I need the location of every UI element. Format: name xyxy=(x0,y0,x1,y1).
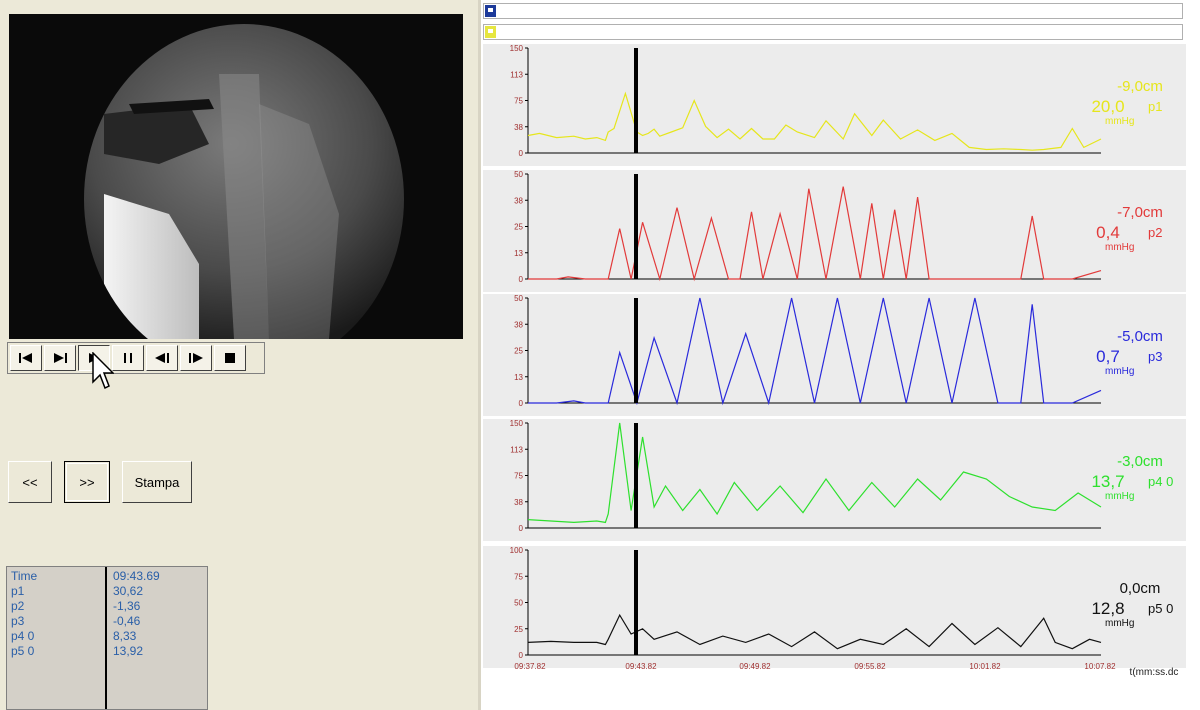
channel-depth-label: -5,0cm xyxy=(1117,328,1163,345)
channel-unit-label: mmHg xyxy=(1105,116,1134,127)
y-tick-label: 38 xyxy=(514,320,523,329)
channel-name-label: p3 xyxy=(1148,349,1162,364)
series-line-p4-0 xyxy=(527,422,1102,524)
y-tick-label: 113 xyxy=(510,445,523,454)
y-tick-label: 150 xyxy=(510,419,524,428)
y-tick-label: 38 xyxy=(514,196,523,205)
x-tick-label: 09:37.82 xyxy=(514,662,546,671)
y-tick-label: 113 xyxy=(510,70,523,79)
channel-depth-label: -3,0cm xyxy=(1117,453,1163,470)
y-tick-label: 0 xyxy=(519,651,524,660)
y-tick-label: 0 xyxy=(519,399,524,408)
x-axis-unit-label: t(mm:ss.dc xyxy=(1130,667,1179,678)
y-tick-label: 150 xyxy=(510,44,524,53)
channel-unit-label: mmHg xyxy=(1105,242,1134,253)
time-cursor xyxy=(634,174,638,279)
channel-name-label: p1 xyxy=(1148,99,1162,114)
channel-name-label: p4 0 xyxy=(1148,474,1173,489)
channel-value-label: 13,7 xyxy=(1091,472,1124,491)
y-tick-label: 50 xyxy=(514,294,523,303)
channel-value-label: 12,8 xyxy=(1091,599,1124,618)
y-tick-label: 50 xyxy=(514,599,523,608)
y-tick-label: 13 xyxy=(514,373,523,382)
channel-unit-label: mmHg xyxy=(1105,366,1134,377)
y-tick-label: 75 xyxy=(514,97,523,106)
series-line-p3 xyxy=(528,297,1102,406)
y-tick-label: 75 xyxy=(514,572,523,581)
channel-unit-label: mmHg xyxy=(1105,491,1134,502)
x-tick-label: 09:49.82 xyxy=(739,662,771,671)
channel-depth-label: -7,0cm xyxy=(1117,204,1163,221)
channel-depth-label: 0,0cm xyxy=(1120,580,1161,597)
series-line-p5-0 xyxy=(527,613,1102,650)
y-tick-label: 38 xyxy=(514,498,523,507)
x-tick-label: 10:07.82 xyxy=(1084,662,1116,671)
time-cursor xyxy=(634,48,638,153)
y-tick-label: 25 xyxy=(514,223,523,232)
y-tick-label: 25 xyxy=(514,347,523,356)
series-line-p1 xyxy=(527,91,1102,151)
y-tick-label: 0 xyxy=(519,524,524,533)
y-tick-label: 75 xyxy=(514,472,523,481)
channel-value-label: 0,4 xyxy=(1096,223,1120,242)
channel-name-label: p2 xyxy=(1148,225,1162,240)
channel-value-label: 20,0 xyxy=(1091,97,1124,116)
channel-unit-label: mmHg xyxy=(1105,618,1134,629)
time-cursor xyxy=(634,298,638,403)
channel-name-label: p5 0 xyxy=(1148,601,1173,616)
x-tick-label: 10:01.82 xyxy=(969,662,1001,671)
y-tick-label: 38 xyxy=(514,123,523,132)
y-tick-label: 0 xyxy=(519,149,524,158)
channel-depth-label: -9,0cm xyxy=(1117,78,1163,95)
x-tick-label: 09:43.82 xyxy=(625,662,657,671)
y-tick-label: 25 xyxy=(514,625,523,634)
series-line-p2 xyxy=(528,186,1102,282)
y-tick-label: 13 xyxy=(514,249,523,258)
y-tick-label: 0 xyxy=(519,275,524,284)
y-tick-label: 50 xyxy=(514,170,523,179)
y-tick-label: 100 xyxy=(510,546,524,555)
time-cursor xyxy=(634,550,638,655)
pressure-charts: 150 113 75 38 0 -9,0cm 20,0 p1 mmHg 50 38 25 13 0 -7,0… xyxy=(510,44,1179,678)
x-tick-label: 09:55.82 xyxy=(854,662,886,671)
channel-value-label: 0,7 xyxy=(1096,347,1120,366)
time-cursor xyxy=(634,423,638,528)
